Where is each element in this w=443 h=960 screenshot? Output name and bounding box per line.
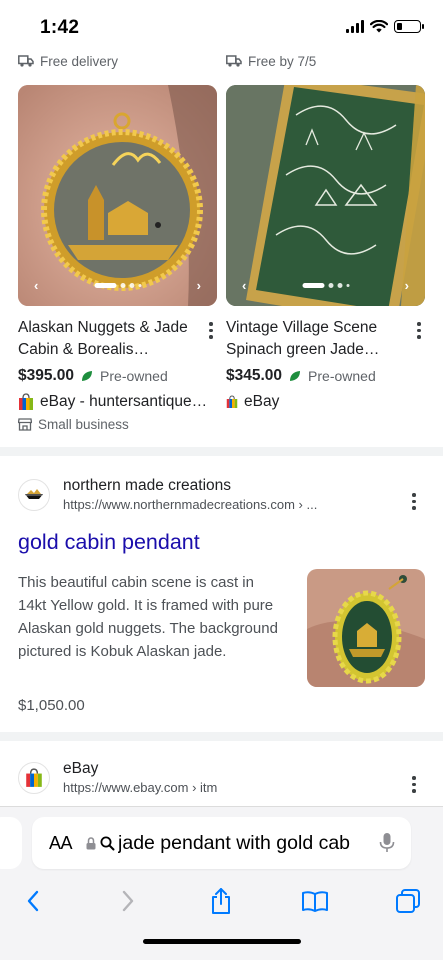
back-button[interactable] bbox=[15, 883, 51, 919]
product-price: $345.00 bbox=[226, 367, 283, 384]
result-thumbnail[interactable] bbox=[307, 569, 425, 687]
result-title[interactable]: gold cabin pendant bbox=[18, 530, 200, 555]
carousel-prev-icon[interactable]: ‹ bbox=[242, 278, 246, 293]
product-image[interactable]: ‹ › bbox=[226, 85, 425, 306]
seller-info: eBay bbox=[226, 393, 426, 411]
ebay-shopping-bag-icon bbox=[226, 395, 238, 408]
product-title[interactable]: Alaskan Nuggets & Jade Cabin & Borealis… bbox=[18, 317, 204, 361]
safari-bottom-bar: AA jade pendant with gold cabin bbox=[0, 806, 443, 960]
tabs-button[interactable] bbox=[390, 883, 426, 919]
leaf-icon bbox=[82, 371, 93, 381]
result-snippet: This beautiful cabin scene is cast in 14… bbox=[18, 574, 278, 660]
microphone-icon[interactable] bbox=[379, 832, 395, 854]
book-icon bbox=[302, 891, 328, 912]
seller-name: eBay - huntersantique… bbox=[40, 393, 208, 410]
result-price: $1,050.00 bbox=[18, 697, 85, 714]
product-price: $395.00 bbox=[18, 367, 75, 384]
storefront-icon bbox=[18, 418, 32, 431]
product-condition: Pre-owned bbox=[100, 368, 168, 384]
product-title[interactable]: Vintage Village Scene Spinach green Jade… bbox=[226, 317, 412, 361]
result-site-name: eBay bbox=[63, 760, 99, 777]
share-button[interactable] bbox=[203, 883, 239, 919]
section-divider bbox=[0, 732, 443, 741]
search-result: eBay https://www.ebay.com › itm bbox=[0, 741, 443, 806]
product-card[interactable]: Free delivery ‹ › Alaskan Nuggets & Jade… bbox=[18, 50, 218, 432]
carousel-next-icon[interactable]: › bbox=[197, 278, 201, 293]
reader-settings-button[interactable]: AA bbox=[49, 833, 73, 854]
result-url: https://www.ebay.com › itm bbox=[63, 780, 218, 795]
search-result: northern made creations https://www.nort… bbox=[0, 456, 443, 732]
share-icon bbox=[212, 888, 230, 914]
address-query[interactable]: jade pendant with gold cabin bbox=[118, 832, 350, 855]
carousel-next-icon[interactable]: › bbox=[405, 278, 409, 293]
more-options-icon[interactable] bbox=[407, 488, 421, 510]
product-condition: Pre-owned bbox=[308, 368, 376, 384]
tabs-icon bbox=[396, 889, 420, 913]
result-source[interactable]: northern made creations https://www.nort… bbox=[18, 476, 317, 514]
seller-name: eBay bbox=[244, 393, 280, 410]
ebay-favicon-icon bbox=[18, 762, 50, 794]
status-time: 1:42 bbox=[40, 17, 80, 38]
seller-info: eBay - huntersantique… bbox=[18, 393, 218, 411]
cellular-signal-icon bbox=[346, 20, 364, 33]
delivery-label: Free by 7/5 bbox=[248, 53, 317, 69]
more-options-icon[interactable] bbox=[204, 317, 218, 361]
shopping-results: Free delivery ‹ › Alaskan Nuggets & Jade… bbox=[0, 50, 443, 448]
status-icons bbox=[346, 20, 424, 33]
product-card[interactable]: Free by 7/5 ‹ › Vintage Village Scene Sp… bbox=[226, 50, 426, 411]
carousel-dots bbox=[94, 283, 141, 288]
battery-icon bbox=[394, 20, 424, 33]
carousel-prev-icon[interactable]: ‹ bbox=[34, 278, 38, 293]
more-options-icon[interactable] bbox=[407, 771, 421, 793]
previous-tab-preview[interactable] bbox=[0, 817, 22, 869]
leaf-icon bbox=[290, 371, 301, 381]
small-business-label: Small business bbox=[38, 417, 129, 432]
wifi-icon bbox=[370, 20, 388, 33]
delivery-label: Free delivery bbox=[40, 53, 119, 69]
truck-icon bbox=[226, 55, 242, 67]
carousel-dots bbox=[302, 283, 349, 288]
forward-button[interactable] bbox=[110, 883, 146, 919]
product-image[interactable]: ‹ › bbox=[18, 85, 217, 306]
truck-icon bbox=[18, 55, 34, 67]
ebay-shopping-bag-icon bbox=[19, 393, 33, 410]
small-business-badge: Small business bbox=[18, 417, 218, 432]
chevron-right-icon bbox=[122, 890, 134, 912]
section-divider bbox=[0, 447, 443, 456]
result-site-name: northern made creations bbox=[63, 477, 232, 494]
site-favicon-icon bbox=[18, 479, 50, 511]
delivery-info: Free by 7/5 bbox=[226, 50, 426, 72]
address-bar[interactable]: AA jade pendant with gold cabin bbox=[32, 817, 411, 869]
lock-icon bbox=[86, 836, 96, 849]
status-bar: 1:42 bbox=[0, 0, 443, 52]
chevron-left-icon bbox=[27, 890, 39, 912]
home-indicator bbox=[143, 939, 301, 944]
result-source[interactable]: eBay https://www.ebay.com › itm bbox=[18, 759, 217, 797]
result-url: https://www.northernmadecreations.com › … bbox=[63, 497, 318, 512]
delivery-info: Free delivery bbox=[18, 50, 218, 72]
browser-toolbar bbox=[0, 883, 443, 923]
search-icon bbox=[100, 836, 115, 850]
more-options-icon[interactable] bbox=[412, 317, 426, 361]
bookmarks-button[interactable] bbox=[297, 883, 333, 919]
